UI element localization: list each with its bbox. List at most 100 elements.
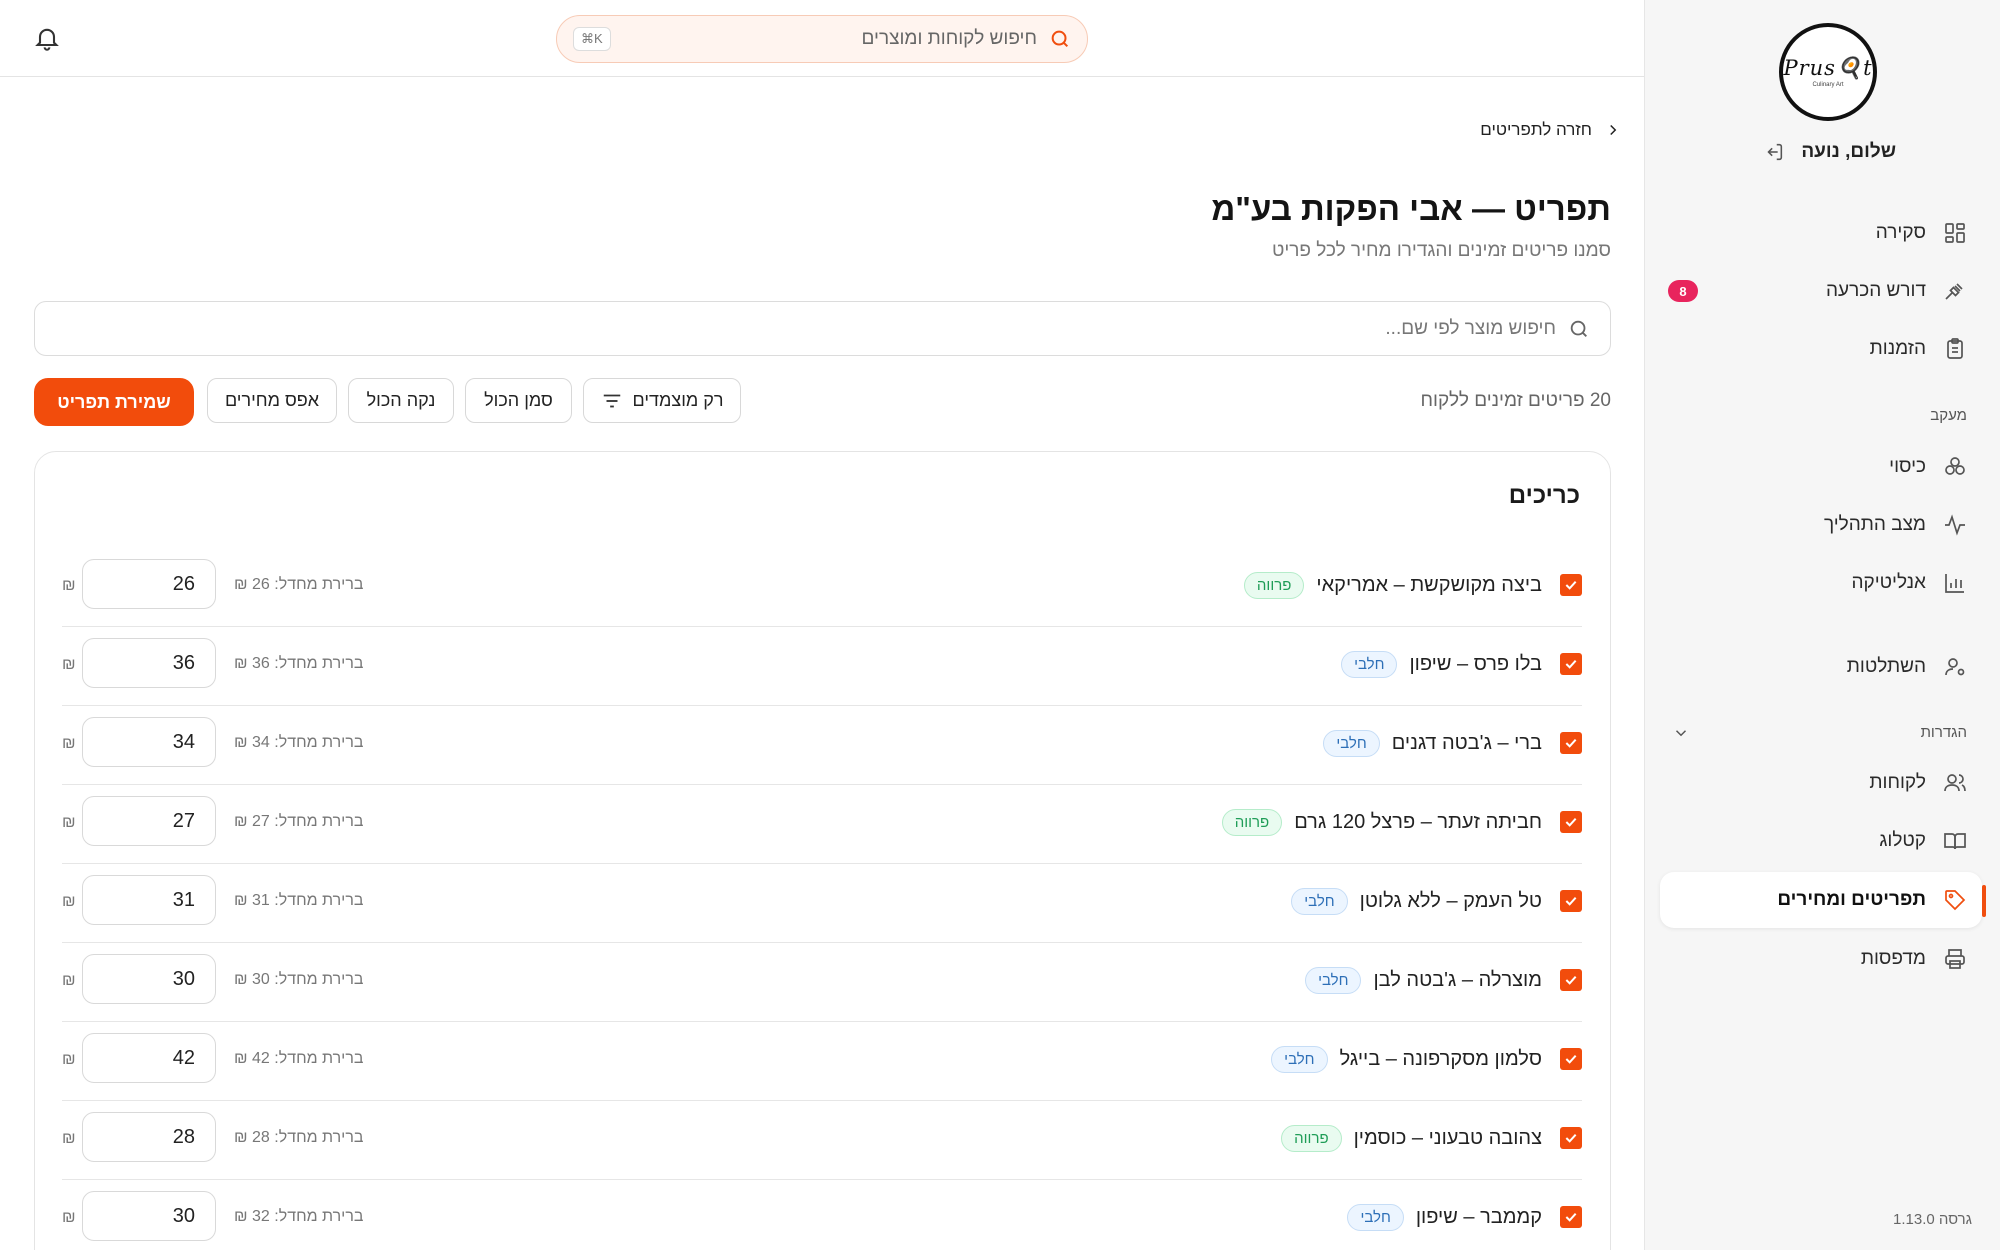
- sidebar-item-label: קטלוג: [1879, 830, 1926, 851]
- default-price: ברירת מחדל: 30 ₪: [234, 971, 364, 988]
- currency-symbol: ₪: [62, 656, 76, 673]
- save-menu-label: שמירת תפריט: [57, 391, 171, 412]
- product-row: צהובה טבעוני – כוסמין פרווה ברירת מחדל: …: [62, 1101, 1582, 1180]
- price-input[interactable]: [82, 1033, 216, 1083]
- product-checkbox[interactable]: [1560, 890, 1582, 912]
- activity-icon: [1942, 512, 1968, 538]
- gavel-icon: [1942, 278, 1968, 304]
- product-name-group: בלו פרס – שיפון חלבי: [1341, 651, 1542, 678]
- product-checkbox[interactable]: [1560, 1127, 1582, 1149]
- clear-all-button[interactable]: נקה הכול: [348, 378, 454, 423]
- app-version: גרסה 1.13.0: [1893, 1211, 1972, 1228]
- clipboard-icon: [1942, 336, 1968, 362]
- sidebar-item-process-status[interactable]: מצב התהליך: [1668, 498, 1968, 552]
- product-row: ביצה מקושקשת – אמריקאי פרווה ברירת מחדל:…: [62, 548, 1582, 627]
- sidebar-item-overview[interactable]: סקירה: [1668, 206, 1968, 260]
- search-icon: [1568, 318, 1590, 340]
- product-name-group: ביצה מקושקשת – אמריקאי פרווה: [1243, 572, 1542, 599]
- currency-symbol: ₪: [62, 893, 76, 910]
- price-input[interactable]: [82, 954, 216, 1004]
- default-price: ברירת מחדל: 32 ₪: [234, 1208, 364, 1225]
- brand-logo[interactable]: Prus🍳t Culinary Art: [1779, 23, 1877, 121]
- check-icon: [1565, 738, 1577, 748]
- product-name: סלמון מסקרפונה – בייגל: [1339, 1048, 1542, 1070]
- product-checkbox[interactable]: [1560, 732, 1582, 754]
- available-items-count: 20 פריטים זמינים ללקוח: [1420, 390, 1612, 411]
- price-input[interactable]: [82, 1112, 216, 1162]
- default-price: ברירת מחדל: 26 ₪: [234, 576, 364, 593]
- product-list: ביצה מקושקשת – אמריקאי פרווה ברירת מחדל:…: [62, 548, 1582, 1250]
- product-checkbox[interactable]: [1560, 1048, 1582, 1070]
- sidebar-item-catalog[interactable]: קטלוג: [1668, 814, 1968, 868]
- product-name: טל העמק – ללא גלוטן: [1359, 890, 1542, 912]
- select-all-button[interactable]: סמן הכול: [465, 378, 572, 423]
- book-icon: [1942, 828, 1968, 854]
- reset-prices-button[interactable]: אפס מחירים: [207, 378, 337, 423]
- chevron-right-icon: [1610, 124, 1617, 136]
- chevron-down-icon[interactable]: [1672, 724, 1690, 742]
- sidebar-item-customers[interactable]: לקוחות: [1668, 756, 1968, 810]
- product-name-group: טל העמק – ללא גלוטן חלבי: [1291, 888, 1542, 915]
- sidebar-item-takeover[interactable]: השתלטות: [1668, 640, 1968, 694]
- currency-symbol: ₪: [62, 1051, 76, 1068]
- sidebar-item-orders[interactable]: הזמנות: [1668, 322, 1968, 376]
- product-name: צהובה טבעוני – כוסמין: [1353, 1127, 1542, 1149]
- price-input[interactable]: [82, 796, 216, 846]
- page-title: תפריט — אבי הפקות בע"מ: [1211, 190, 1611, 227]
- product-row: סלמון מסקרפונה – בייגל חלבי ברירת מחדל: …: [62, 1022, 1582, 1101]
- sidebar-item-analytics[interactable]: אנליטיקה: [1668, 556, 1968, 610]
- sidebar-item-coverage[interactable]: כיסוי: [1668, 440, 1968, 494]
- price-input[interactable]: [82, 717, 216, 767]
- product-row: ברי – ג'בטה דגנים חלבי ברירת מחדל: 34 ₪ …: [62, 706, 1582, 785]
- product-search-input[interactable]: חיפוש מוצר לפי שם...: [34, 301, 1611, 356]
- product-name: בלו פרס – שיפון: [1409, 653, 1542, 675]
- sidebar-item-printers[interactable]: מדפסות: [1668, 932, 1968, 986]
- global-search-input[interactable]: חיפוש לקוחות ומוצרים ⌘K: [556, 15, 1088, 63]
- currency-symbol: ₪: [62, 1209, 76, 1226]
- default-price: ברירת מחדל: 34 ₪: [234, 734, 364, 751]
- price-input[interactable]: [82, 875, 216, 925]
- sidebar-item-label: דורש הכרעה: [1825, 280, 1926, 301]
- product-checkbox[interactable]: [1560, 653, 1582, 675]
- product-checkbox[interactable]: [1560, 811, 1582, 833]
- product-search-placeholder: חיפוש מוצר לפי שם...: [1385, 317, 1556, 339]
- price-input[interactable]: [82, 559, 216, 609]
- price-input[interactable]: [82, 1191, 216, 1241]
- check-icon: [1565, 896, 1577, 906]
- product-checkbox[interactable]: [1560, 574, 1582, 596]
- product-row: טל העמק – ללא גלוטן חלבי ברירת מחדל: 31 …: [62, 864, 1582, 943]
- sidebar-item-label: אנליטיקה: [1851, 572, 1926, 593]
- kosher-type-tag: חלבי: [1291, 888, 1348, 915]
- product-name: חביתה זעתר – פרצל 120 גרם: [1294, 811, 1542, 833]
- bell-icon[interactable]: [33, 24, 61, 52]
- default-price: ברירת מחדל: 31 ₪: [234, 892, 364, 909]
- top-bar: חיפוש לקוחות ומוצרים ⌘K: [0, 0, 1644, 77]
- sidebar-item-label: מצב התהליך: [1823, 514, 1926, 535]
- sidebar-item-label: הזמנות: [1869, 338, 1926, 359]
- sidebar-item-needs-decision[interactable]: דורש הכרעה 8: [1668, 264, 1968, 318]
- printer-icon: [1942, 946, 1968, 972]
- price-input[interactable]: [82, 638, 216, 688]
- user-gear-icon: [1942, 654, 1968, 680]
- back-label: חזרה לתפריטים: [1480, 120, 1592, 139]
- back-to-menus-link[interactable]: חזרה לתפריטים: [1480, 120, 1622, 140]
- users-icon: [1942, 770, 1968, 796]
- section-label-settings: הגדרות: [1920, 724, 1967, 741]
- logout-icon[interactable]: [1763, 141, 1785, 163]
- currency-symbol: ₪: [62, 972, 76, 989]
- featured-only-filter-button[interactable]: רק מוצמדים: [583, 378, 741, 423]
- kosher-type-tag: חלבי: [1341, 651, 1398, 678]
- bar-chart-icon: [1942, 570, 1968, 596]
- featured-only-label: רק מוצמדים: [632, 390, 724, 410]
- sidebar: Prus🍳t Culinary Art שלום, נועה סקירה דור…: [1644, 0, 2000, 1250]
- product-row: בלו פרס – שיפון חלבי ברירת מחדל: 36 ₪ ₪: [62, 627, 1582, 706]
- sidebar-item-label: לקוחות: [1869, 772, 1926, 793]
- grid-icon: [1942, 220, 1968, 246]
- keyboard-shortcut-hint: ⌘K: [573, 27, 611, 51]
- greeting-text: שלום, נועה: [1801, 141, 1896, 162]
- product-checkbox[interactable]: [1560, 969, 1582, 991]
- product-checkbox[interactable]: [1560, 1206, 1582, 1228]
- currency-symbol: ₪: [62, 1130, 76, 1147]
- save-menu-button[interactable]: שמירת תפריט: [34, 378, 194, 426]
- sidebar-item-menus-prices[interactable]: תפריטים ומחירים: [1660, 872, 1982, 928]
